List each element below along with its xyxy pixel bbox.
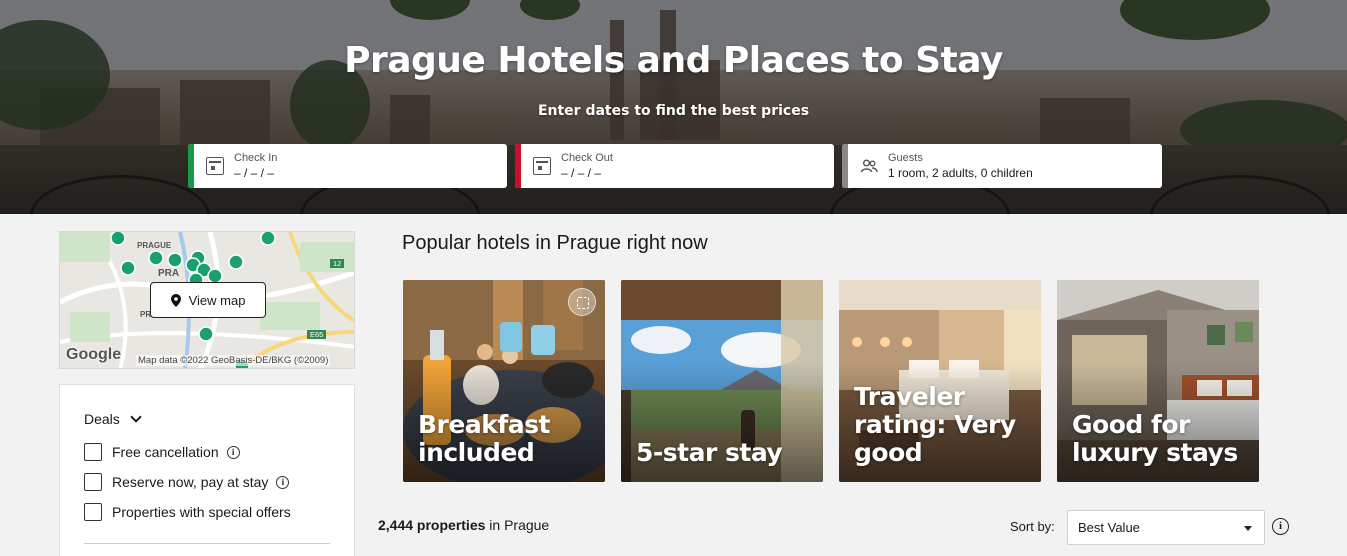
filter-label: Free cancellation [112, 444, 219, 460]
calendar-icon [206, 157, 224, 175]
filter-free-cancellation[interactable]: Free cancellation i [84, 443, 240, 461]
page-title: Prague Hotels and Places to Stay [344, 40, 1003, 81]
sort-label: Sort by: [1010, 519, 1055, 534]
deals-toggle[interactable]: Deals [84, 411, 142, 427]
checkbox[interactable] [84, 503, 102, 521]
map-preview[interactable]: PRAGUE PRA PRAGUE 12 E65 View map Google… [59, 231, 355, 369]
card-caption: 5-star stay [636, 438, 783, 467]
chevron-down-icon [130, 411, 142, 423]
popular-heading: Popular hotels in Prague right now [402, 232, 708, 254]
filters-panel: Deals Free cancellation i Reserve now, p… [59, 384, 355, 556]
info-icon[interactable]: i [226, 445, 240, 459]
filter-reserve-now-pay-at-stay[interactable]: Reserve now, pay at stay i [84, 473, 290, 491]
google-logo: Google [66, 346, 122, 363]
check-in-field[interactable]: Check In – / – / – [188, 144, 507, 188]
sort-value: Best Value [1078, 520, 1140, 535]
map-place-label: PRA [158, 268, 180, 279]
popular-card-5-star[interactable]: 5-star stay [621, 280, 823, 482]
card-caption: Breakfast included [418, 410, 550, 467]
guests-field[interactable]: Guests 1 room, 2 adults, 0 children [842, 144, 1162, 188]
map-pin-icon [170, 293, 181, 307]
popular-card-traveler-rating[interactable]: Traveler rating: Very good [839, 280, 1041, 482]
map-road-badge: 12 [330, 259, 345, 268]
check-out-value: – / – / – [561, 166, 602, 180]
hero-subtitle: Enter dates to find the best prices [537, 103, 810, 119]
filter-label: Properties with special offers [112, 504, 291, 520]
checkbox[interactable] [84, 473, 102, 491]
check-in-accent-bar [188, 144, 194, 188]
guests-accent-bar [842, 144, 848, 188]
checkbox[interactable] [84, 443, 102, 461]
divider [84, 543, 330, 544]
check-out-label: Check Out [561, 152, 613, 164]
results-count-number: 2,444 properties [378, 517, 486, 533]
filter-special-offers[interactable]: Properties with special offers [84, 503, 291, 521]
map-attribution: Map data ©2022 GeoBasis-DE/BKG (©2009) [136, 355, 331, 366]
guests-label: Guests [888, 152, 923, 164]
popular-card-breakfast[interactable]: Breakfast included [403, 280, 605, 482]
map-place-label: PRAGUE [137, 241, 172, 250]
card-caption: Good for luxury stays [1072, 410, 1238, 467]
sort-select[interactable]: Best Value [1067, 510, 1265, 545]
guests-icon [860, 157, 878, 175]
check-in-label: Check In [234, 152, 278, 164]
scan-icon[interactable] [568, 288, 596, 316]
view-map-button[interactable]: View map [150, 282, 266, 318]
hero-banner: Prague Hotels and Places to Stay Enter d… [0, 0, 1347, 214]
caret-down-icon [1244, 526, 1252, 531]
info-icon[interactable]: i [1272, 518, 1289, 535]
map-road-badge: E65 [307, 330, 327, 339]
results-location: in Prague [485, 517, 550, 533]
filter-label: Reserve now, pay at stay [112, 474, 269, 490]
popular-card-luxury[interactable]: Good for luxury stays [1057, 280, 1259, 482]
card-caption: Traveler rating: Very good [854, 382, 1016, 467]
check-in-value: – / – / – [234, 166, 275, 180]
view-map-label: View map [188, 292, 246, 308]
calendar-icon [533, 157, 551, 175]
results-count: 2,444 properties in Prague [378, 517, 549, 533]
check-out-accent-bar [515, 144, 521, 188]
check-out-field[interactable]: Check Out – / – / – [515, 144, 834, 188]
guests-value: 1 room, 2 adults, 0 children [888, 166, 1033, 180]
deals-heading: Deals [84, 411, 120, 427]
info-icon[interactable]: i [276, 475, 290, 489]
